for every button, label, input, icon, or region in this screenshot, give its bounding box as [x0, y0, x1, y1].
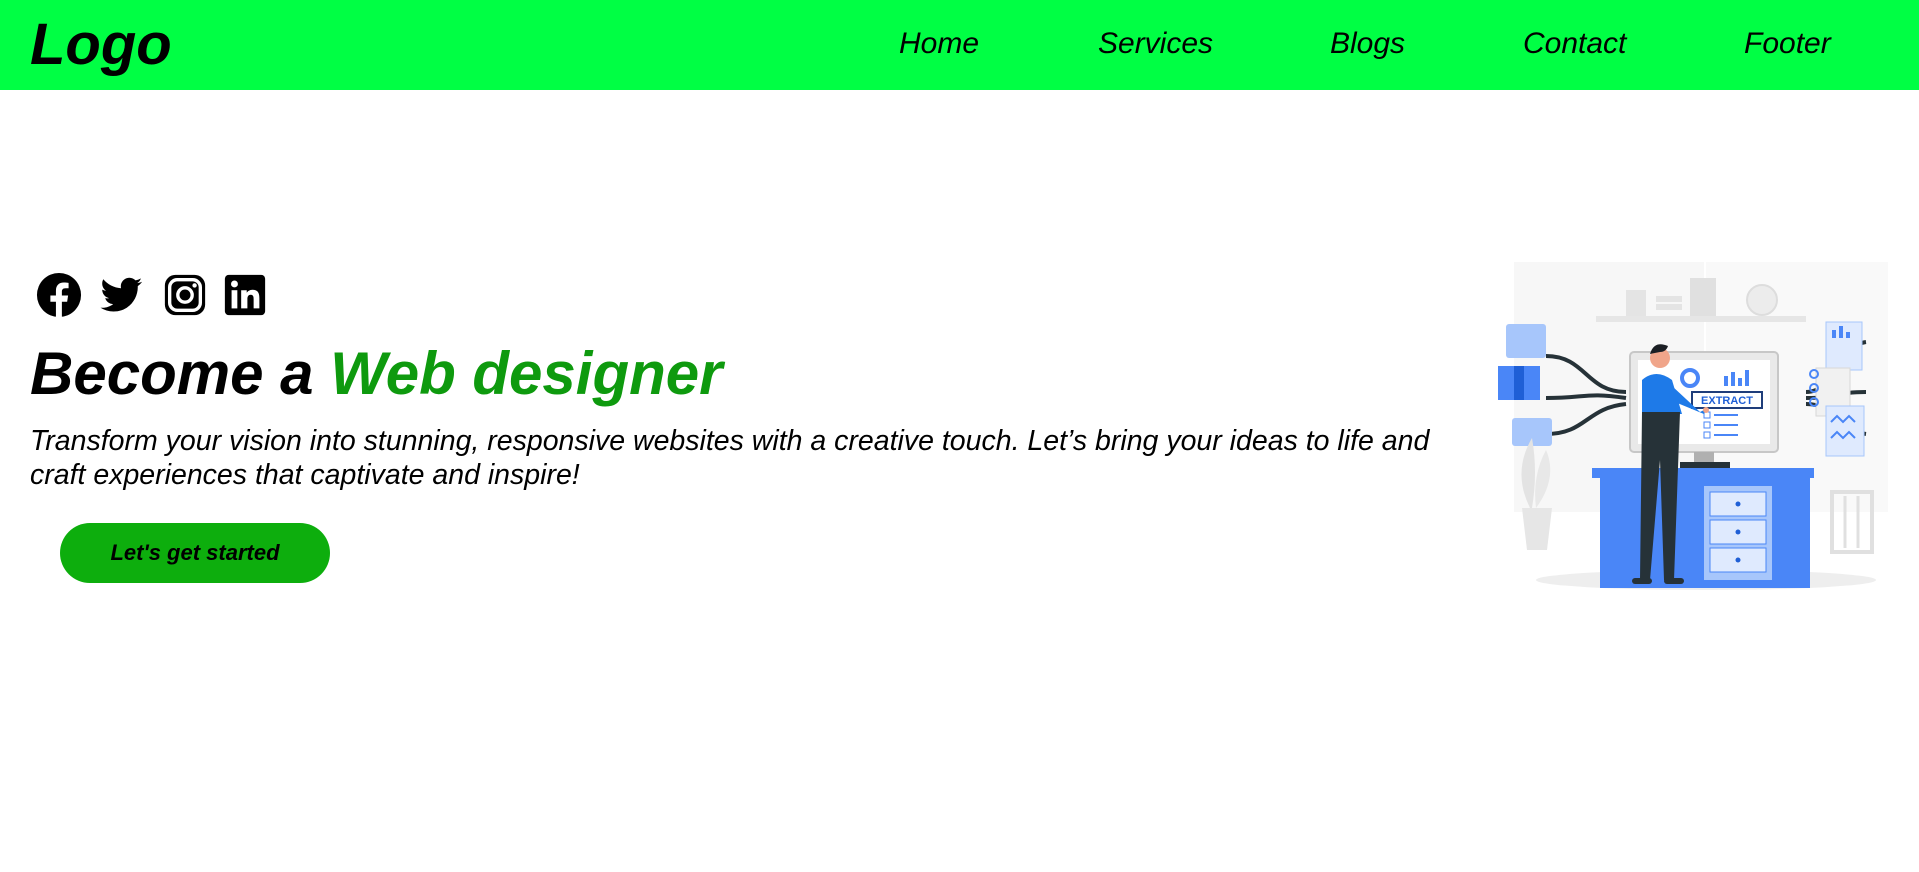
nav-footer-link[interactable]: Footer: [1744, 24, 1831, 64]
social-icons: [36, 272, 276, 320]
twitter-icon[interactable]: [98, 272, 144, 318]
shelf: [1596, 316, 1806, 322]
monitor-base: [1680, 462, 1730, 468]
instagram-icon[interactable]: [162, 272, 208, 318]
frame-item: [1626, 290, 1646, 316]
person-shoe-left: [1632, 578, 1652, 584]
desk-top: [1592, 468, 1814, 478]
binder-item: [1690, 278, 1716, 316]
plant-pot: [1522, 508, 1552, 550]
nav-contact-link[interactable]: Contact: [1523, 24, 1626, 64]
hero-headline: Become a Web designer: [30, 336, 722, 412]
books-item-2: [1656, 304, 1682, 310]
books-item: [1656, 296, 1682, 302]
document-chart-icon: [1825, 321, 1863, 371]
nav-blogs-link[interactable]: Blogs: [1330, 24, 1405, 64]
headline-accent: Web designer: [330, 340, 723, 407]
folder-icon: [1506, 324, 1546, 358]
box-tape: [1514, 366, 1524, 400]
headline-prefix: Become a: [30, 340, 331, 407]
navbar: Logo Home Services Blogs Contact Footer: [0, 0, 1919, 90]
clock-icon: [1746, 284, 1778, 316]
linkedin-icon[interactable]: [222, 272, 268, 318]
nav-links: Home Services Blogs Contact Footer: [0, 0, 1919, 90]
document-wave-icon: [1825, 405, 1865, 457]
get-started-button[interactable]: Let's get started: [60, 523, 330, 583]
nav-services-link[interactable]: Services: [1098, 24, 1213, 64]
facebook-icon[interactable]: [36, 272, 82, 318]
web-designer-illustration: EXTRACT: [1498, 262, 1888, 590]
nav-home-link[interactable]: Home: [899, 24, 979, 64]
hero-tagline: Transform your vision into stunning, res…: [30, 425, 1430, 491]
extract-label: EXTRACT: [1701, 395, 1753, 407]
person-shoe-right: [1664, 578, 1684, 584]
